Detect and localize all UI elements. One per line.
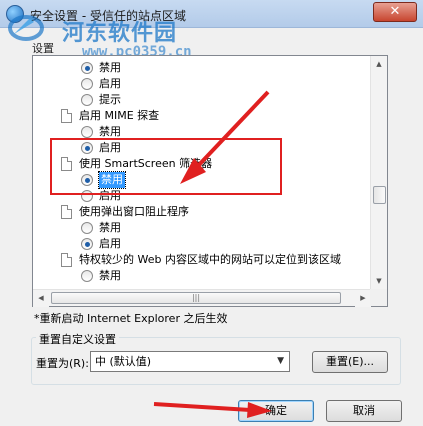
annotation-arrow-to-setting <box>194 90 270 170</box>
annotation-arrowhead-ok-icon <box>247 402 272 418</box>
annotation-arrow-to-ok <box>153 402 251 412</box>
annotation-arrows <box>153 90 272 418</box>
